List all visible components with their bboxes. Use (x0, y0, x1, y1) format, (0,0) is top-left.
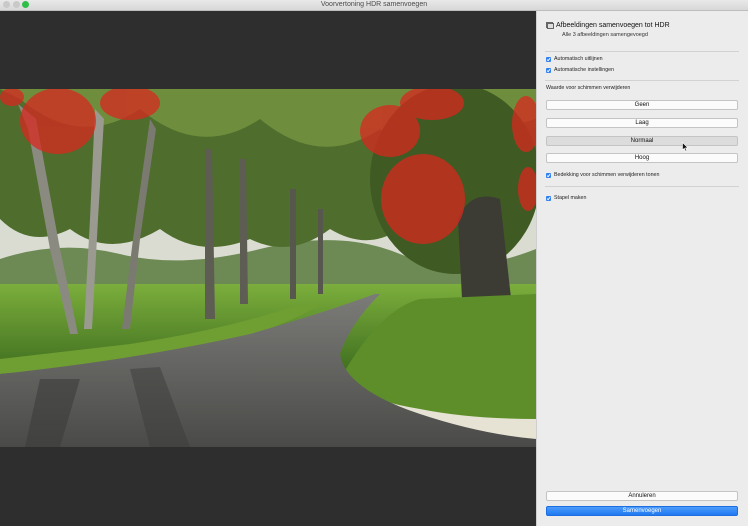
mouse-pointer-icon (682, 142, 689, 152)
deghost-amount-label: Waarde voor schimmen verwijderen (546, 85, 631, 91)
checkbox-checked-icon (546, 173, 551, 178)
cancel-button[interactable]: Annuleren (546, 491, 738, 501)
divider (545, 51, 739, 52)
images-stack-icon (546, 22, 554, 29)
auto-align-checkbox[interactable]: Automatisch uitlijnen (546, 56, 603, 63)
auto-align-label: Automatisch uitlijnen (554, 56, 603, 62)
window-title: Voorvertoning HDR samenvoegen (320, 1, 428, 8)
window-titlebar: Voorvertoning HDR samenvoegen (0, 0, 748, 11)
create-stack-label: Stapel maken (554, 195, 587, 201)
checkbox-checked-icon (546, 68, 551, 73)
deghost-low-button[interactable]: Laag (546, 118, 738, 128)
auto-settings-label: Automatische instellingen (554, 67, 615, 73)
deghost-none-button[interactable]: Geen (546, 100, 738, 110)
create-stack-checkbox[interactable]: Stapel maken (546, 195, 586, 202)
hdr-preview-image (0, 89, 536, 447)
merge-button[interactable]: Samenvoegen (546, 506, 738, 516)
auto-settings-checkbox[interactable]: Automatische instellingen (546, 67, 614, 74)
checkbox-checked-icon (546, 57, 551, 62)
divider (545, 80, 739, 81)
deghost-high-button[interactable]: Hoog (546, 153, 738, 163)
show-deghost-overlay-checkbox[interactable]: Bedekking voor schimmen verwijderen tone… (546, 172, 659, 179)
panel-subtitle: Alle 3 afbeeldingen samengevoegd (562, 32, 648, 38)
panel-title: Afbeeldingen samenvoegen tot HDR (556, 22, 670, 29)
divider (545, 186, 739, 187)
show-deghost-overlay-label: Bedekking voor schimmen verwijderen tone… (554, 172, 660, 178)
deghost-medium-button[interactable]: Normaal (546, 136, 738, 146)
checkbox-checked-icon (546, 196, 551, 201)
